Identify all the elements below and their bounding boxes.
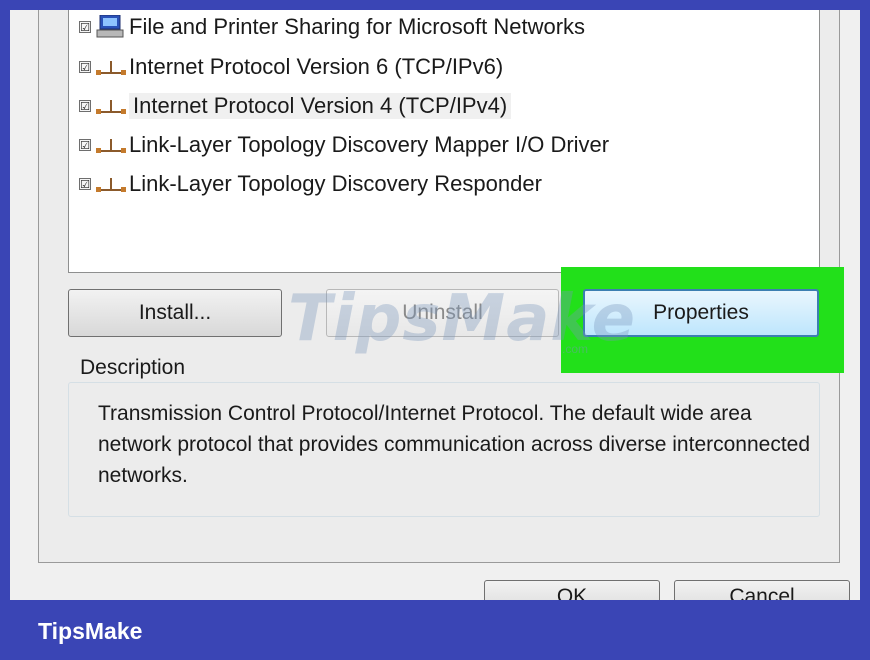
checkbox[interactable]: ☑	[79, 21, 91, 34]
item-label: Internet Protocol Version 6 (TCP/IPv6)	[129, 54, 504, 79]
list-item[interactable]: ☑ File and Printer Sharing for Microsoft…	[79, 10, 779, 44]
list-item[interactable]: ☑ Link-Layer Topology Discovery Responde…	[79, 167, 779, 201]
checkbox[interactable]: ☑	[79, 61, 91, 74]
item-label: Link-Layer Topology Discovery Responder	[129, 171, 542, 196]
install-button[interactable]: Install...	[68, 289, 282, 337]
network-service-icon	[96, 15, 124, 38]
brand-logo: TipsMake	[38, 618, 143, 644]
item-label: Internet Protocol Version 4 (TCP/IPv4)	[129, 93, 512, 119]
list-item[interactable]: ☑ Internet Protocol Version 4 (TCP/IPv4)	[79, 89, 779, 123]
description-title: Description	[76, 356, 190, 380]
protocol-icon	[96, 178, 126, 192]
item-label: Link-Layer Topology Discovery Mapper I/O…	[129, 132, 610, 157]
item-label: File and Printer Sharing for Microsoft N…	[129, 14, 586, 39]
protocol-icon	[96, 139, 126, 153]
description-text: Transmission Control Protocol/Internet P…	[98, 402, 811, 487]
protocol-icon	[96, 100, 126, 114]
checkbox[interactable]: ☑	[79, 178, 91, 191]
components-list[interactable]: ☑ File and Printer Sharing for Microsoft…	[68, 10, 820, 273]
list-item[interactable]: ☑ Link-Layer Topology Discovery Mapper I…	[79, 128, 779, 162]
checkbox[interactable]: ☑	[79, 139, 91, 152]
watermark-suffix: .com	[562, 342, 589, 356]
checkbox[interactable]: ☑	[79, 100, 91, 113]
protocol-icon	[96, 61, 126, 75]
list-item[interactable]: ☑ Internet Protocol Version 6 (TCP/IPv6)	[79, 50, 779, 84]
